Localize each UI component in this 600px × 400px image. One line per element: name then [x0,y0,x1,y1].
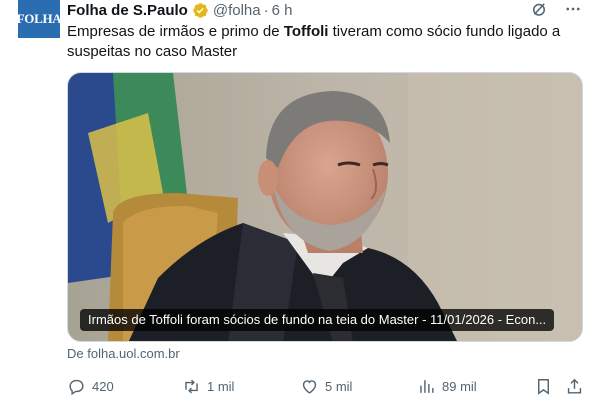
repost-icon [185,379,198,393]
repost-button[interactable]: 1 mil [182,374,234,398]
post-text-start: Empresas de irmãos e primo de [67,23,284,40]
bookmark-button[interactable] [534,374,553,398]
link-source[interactable]: De folha.uol.com.br [67,346,180,361]
like-icon [302,379,317,394]
reply-button[interactable]: 420 [67,374,114,398]
author-name[interactable]: Folha de S.Paulo [67,2,188,19]
photo-illustration [68,73,582,341]
link-card-image[interactable]: Irmãos de Toffoli foram sócios de fundo … [67,72,583,342]
like-count: 5 mil [325,378,353,394]
post-text-bold: Toffoli [283,23,329,40]
separator-dot: · [263,1,269,19]
like-button[interactable]: 5 mil [300,374,352,398]
avatar[interactable]: FOLHA [16,0,62,38]
reply-count: 420 [92,378,114,394]
verified-badge-icon [193,2,208,18]
views-icon [420,379,434,393]
post-text: Empresas de irmãos e primo de Toffoli ti… [67,22,587,62]
action-bar: 420 1 mil 5 mil 89 mil [67,374,587,398]
bookmark-icon [538,378,549,395]
share-icon [567,378,582,394]
link-card-title: Irmãos de Toffoli foram sócios de fundo … [80,309,555,331]
reply-icon [69,379,84,395]
more-icon[interactable] [564,0,582,18]
post-time[interactable]: 6 h [272,2,293,19]
views-count: 89 mil [442,378,477,394]
post-header: Folha de S.Paulo @folha · 6 h [67,0,600,20]
share-button[interactable] [565,374,584,398]
views-button[interactable]: 89 mil [417,374,477,398]
grok-icon[interactable] [530,0,548,18]
author-handle[interactable]: @folha [213,2,261,19]
avatar-logo-text: FOLHA [16,11,62,26]
repost-count: 1 mil [207,378,235,394]
